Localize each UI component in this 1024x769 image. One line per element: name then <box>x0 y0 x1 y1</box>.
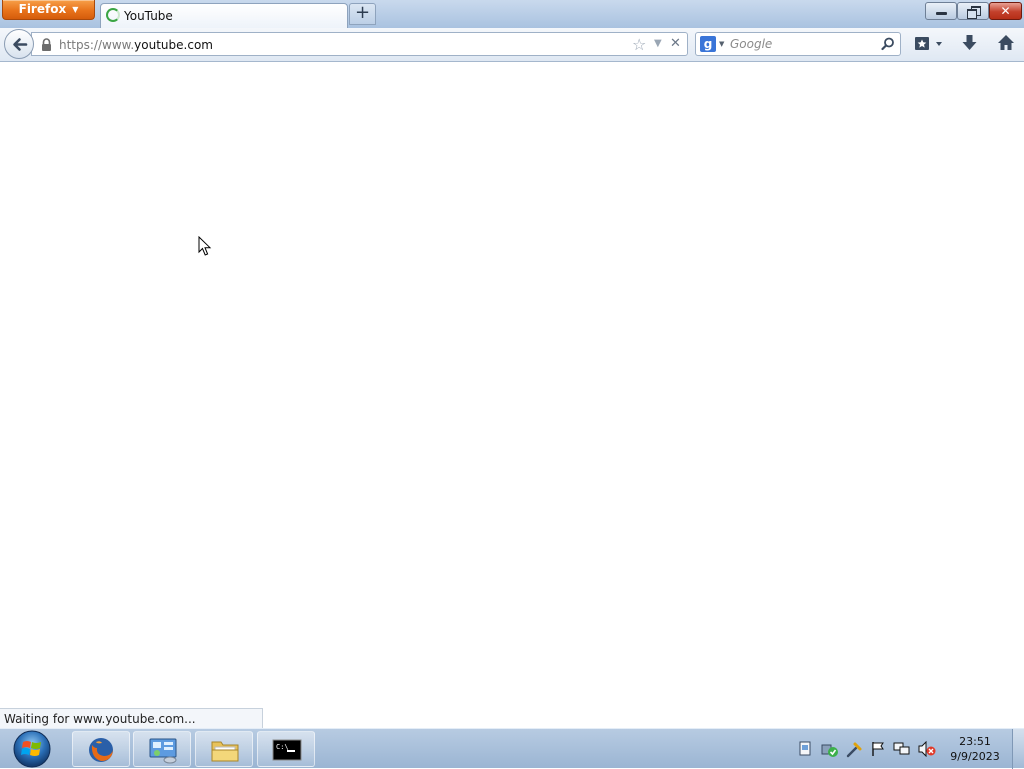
history-dropdown-icon[interactable]: ▼ <box>654 38 662 49</box>
minimize-button[interactable] <box>925 2 957 20</box>
status-panel: Waiting for www.youtube.com... <box>0 708 263 728</box>
tools-icon[interactable] <box>846 741 863 758</box>
navigation-toolbar: https://www.youtube.com ☆ ▼ ✕ g ▼ <box>0 28 1024 62</box>
downloads-icon[interactable] <box>961 34 978 53</box>
mouse-cursor-icon <box>198 236 212 256</box>
firefox-icon <box>89 738 113 762</box>
restore-icon-front <box>967 9 977 19</box>
system-clock[interactable]: 23:51 9/9/2023 <box>945 734 1005 764</box>
search-bar[interactable]: g ▼ <box>695 32 901 56</box>
address-bar[interactable]: https://www.youtube.com ☆ ▼ ✕ <box>31 32 688 56</box>
taskbar-control-panel[interactable] <box>133 731 191 767</box>
taskbar-file-explorer[interactable] <box>195 731 253 767</box>
search-input[interactable] <box>730 35 874 53</box>
new-tab-button[interactable]: + <box>349 3 376 25</box>
bookmarks-menu-icon[interactable] <box>914 34 946 54</box>
action-center-flag-icon[interactable] <box>871 741 885 757</box>
tab-youtube[interactable]: YouTube <box>100 3 348 28</box>
show-desktop-button[interactable] <box>1012 729 1024 769</box>
url-host: youtube.com <box>134 38 213 52</box>
back-button[interactable] <box>4 29 34 59</box>
firefox-menu-label: Firefox <box>18 2 67 16</box>
stop-loading-icon[interactable]: ✕ <box>670 36 681 51</box>
home-icon[interactable] <box>997 34 1015 52</box>
volume-muted-icon[interactable] <box>918 741 936 757</box>
bookmark-star-icon[interactable]: ☆ <box>632 35 646 54</box>
engine-chevron-down-icon[interactable]: ▼ <box>719 40 724 48</box>
clock-date: 9/9/2023 <box>950 750 1000 763</box>
notification-icon[interactable] <box>798 741 812 757</box>
svg-text:C:\: C:\ <box>276 743 289 751</box>
title-bar: Firefox ▼ YouTube + ✕ <box>0 0 1024 28</box>
address-text[interactable]: https://www.youtube.com <box>59 38 213 52</box>
command-prompt-icon: C:\ <box>272 739 302 761</box>
restore-button[interactable] <box>957 2 989 20</box>
tab-title: YouTube <box>124 9 173 23</box>
taskbar-firefox[interactable] <box>72 731 130 767</box>
google-engine-icon[interactable]: g <box>700 36 716 52</box>
start-button[interactable] <box>10 729 54 769</box>
url-scheme: https://www. <box>59 38 135 52</box>
chevron-down-icon: ▼ <box>72 5 79 14</box>
search-icon[interactable] <box>881 37 895 51</box>
clock-time: 23:51 <box>959 735 991 748</box>
loading-spinner-icon <box>106 8 120 22</box>
page-content[interactable] <box>0 62 1024 728</box>
minimize-icon <box>936 12 947 15</box>
taskbar: C:\ 23:51 9/9/2023 <box>0 728 1024 769</box>
network-icon[interactable] <box>893 741 910 757</box>
network-security-icon[interactable] <box>820 741 840 758</box>
taskbar-command-prompt[interactable]: C:\ <box>257 731 315 767</box>
folder-icon <box>211 741 239 762</box>
control-panel-icon <box>149 738 177 764</box>
close-window-button[interactable]: ✕ <box>989 2 1022 20</box>
lock-icon <box>42 38 51 51</box>
back-arrow-icon <box>13 38 28 51</box>
firefox-menu-button[interactable]: Firefox ▼ <box>2 0 95 20</box>
